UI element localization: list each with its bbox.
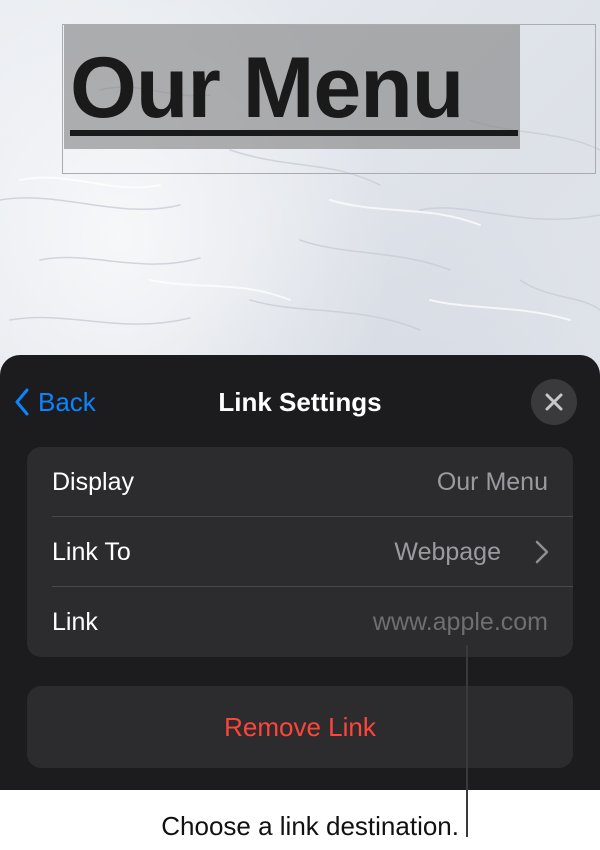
link-url-field[interactable]: www.apple.com: [373, 587, 548, 657]
link-to-label: Link To: [52, 538, 131, 566]
callout-line: [466, 645, 468, 837]
remove-link-button[interactable]: Remove Link: [27, 686, 573, 768]
title-underline: [70, 130, 518, 136]
display-label: Display: [52, 468, 134, 496]
link-label: Link: [52, 608, 98, 636]
chevron-right-icon: [535, 540, 549, 564]
callout-caption: Choose a link destination.: [161, 811, 459, 841]
panel-title: Link Settings: [218, 387, 382, 417]
link-row[interactable]: Link www.apple.com: [27, 587, 573, 657]
close-icon: [545, 393, 563, 411]
close-button[interactable]: [531, 379, 577, 425]
display-value[interactable]: Our Menu: [437, 447, 548, 517]
link-to-row[interactable]: Link To Webpage: [27, 517, 573, 587]
link-settings-group: Display Our Menu Link To Webpage Link ww…: [27, 447, 573, 657]
link-to-value: Webpage: [394, 538, 501, 566]
display-row[interactable]: Display Our Menu: [27, 447, 573, 517]
menu-title-text[interactable]: Our Menu: [70, 33, 464, 143]
